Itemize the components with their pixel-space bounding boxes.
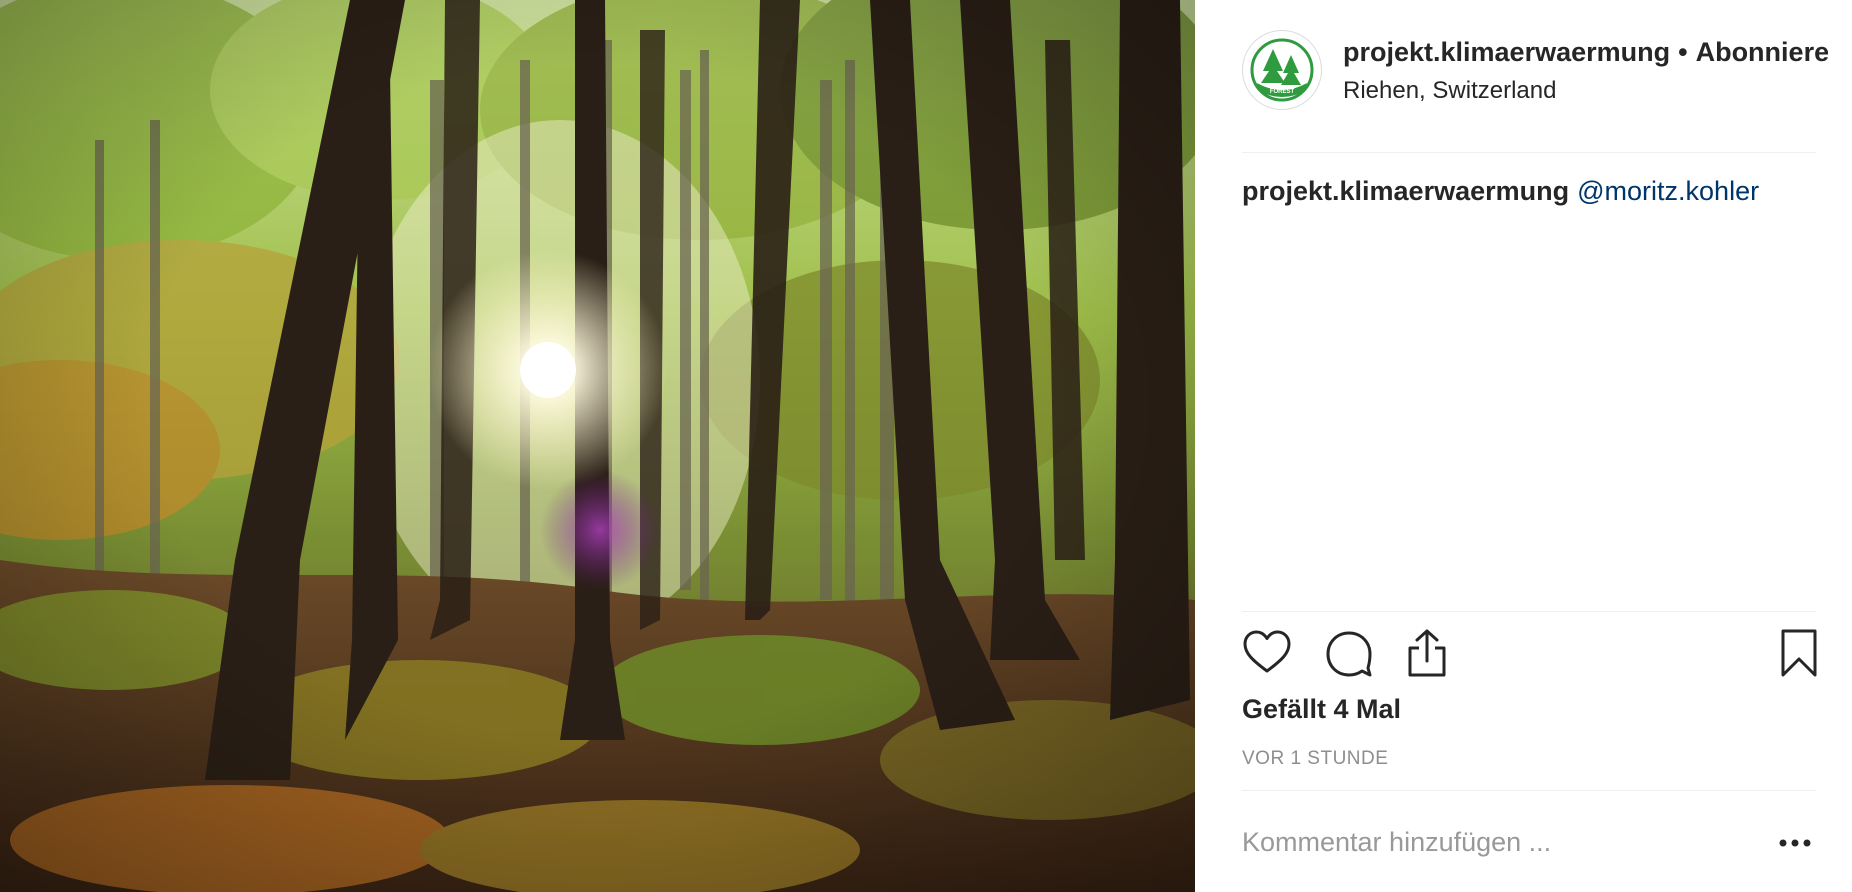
more-options-button[interactable] — [1775, 826, 1815, 856]
action-bar — [1242, 628, 1822, 680]
separator-dot: • — [1678, 37, 1688, 67]
more-options-icon — [1779, 839, 1811, 847]
forest-image — [0, 0, 1195, 892]
post-timestamp[interactable]: VOR 1 STUNDE — [1242, 748, 1388, 770]
comment-button[interactable] — [1324, 628, 1374, 678]
bookmark-icon — [1781, 629, 1817, 677]
likes-count[interactable]: Gefällt 4 Mal — [1242, 694, 1401, 725]
location-link[interactable]: Riehen, Switzerland — [1343, 77, 1556, 105]
post-details-panel: FOREST projekt.klimaerwaermung • Abonniere… — [1195, 0, 1852, 892]
username-link[interactable]: projekt.klimaerwaermung — [1343, 37, 1670, 67]
header-user-line: projekt.klimaerwaermung • Abonnieren — [1343, 37, 1828, 71]
comment-divider — [1242, 790, 1816, 791]
share-icon — [1408, 629, 1446, 677]
post-photo[interactable] — [0, 0, 1195, 892]
share-button[interactable] — [1402, 628, 1452, 678]
caption-username-link[interactable]: projekt.klimaerwaermung — [1242, 176, 1569, 206]
actions-divider — [1242, 611, 1816, 612]
forest-logo-icon: FOREST — [1250, 38, 1314, 102]
caption-mention-link[interactable]: @moritz.kohler — [1577, 176, 1759, 206]
avatar[interactable]: FOREST — [1242, 30, 1322, 110]
post-caption: projekt.klimaerwaermung @moritz.kohler — [1242, 176, 1759, 207]
follow-button[interactable]: Abonnieren — [1696, 37, 1828, 67]
heart-icon — [1243, 630, 1291, 673]
post-header: FOREST projekt.klimaerwaermung • Abonniere… — [1242, 30, 1828, 120]
avatar-logo-text: FOREST — [1270, 89, 1295, 95]
comment-input[interactable] — [1242, 822, 1742, 862]
comment-icon — [1326, 631, 1372, 677]
header-divider — [1242, 152, 1816, 153]
bookmark-button[interactable] — [1774, 628, 1824, 678]
like-button[interactable] — [1242, 628, 1292, 678]
